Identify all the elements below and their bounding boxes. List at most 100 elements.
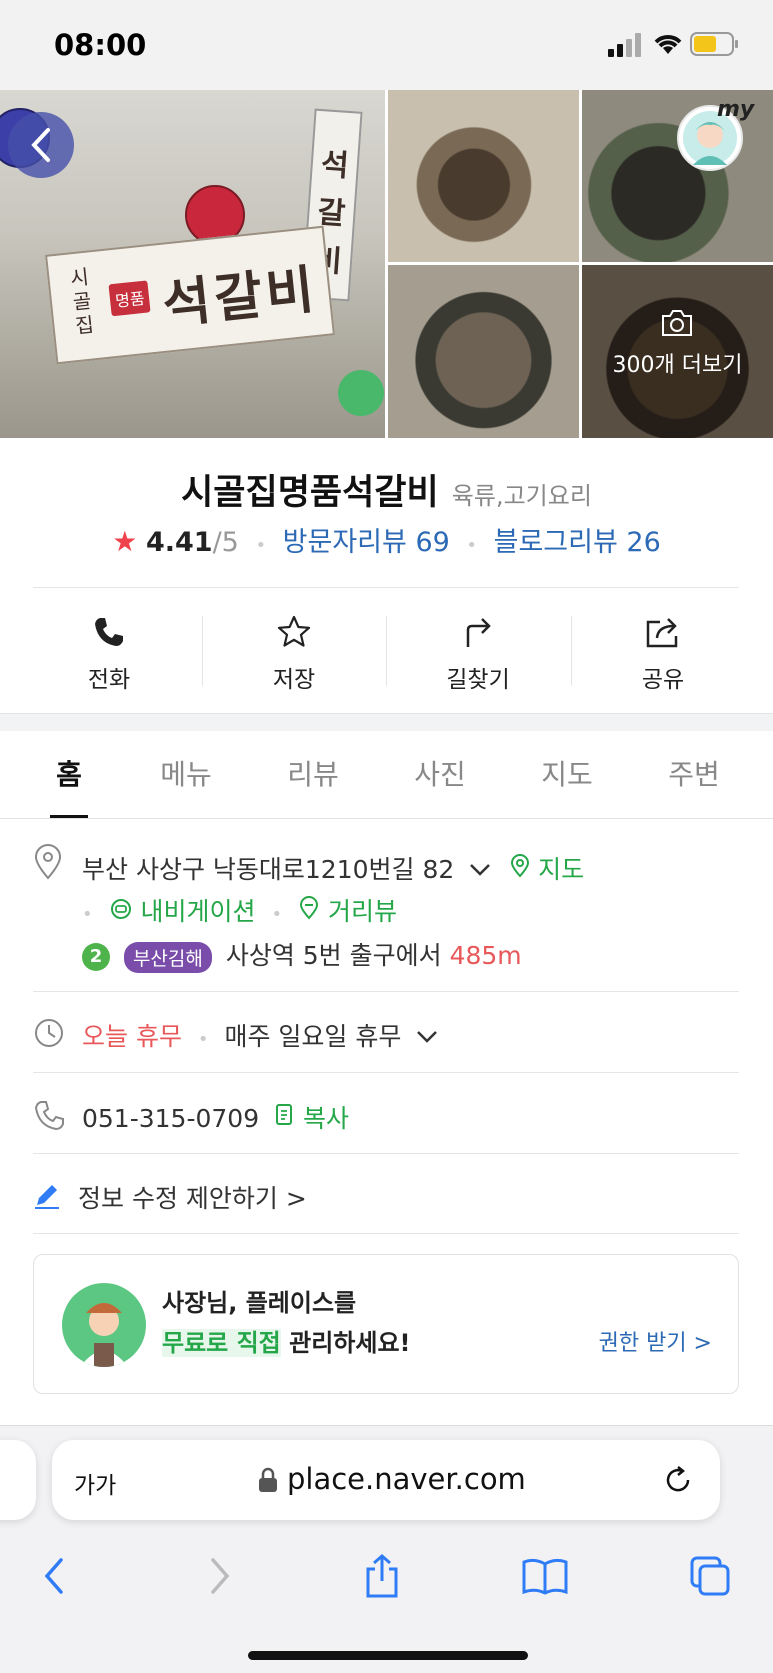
street-view-icon [300,896,319,920]
chevron-down-icon[interactable] [415,1029,439,1045]
food-photo-3[interactable] [388,265,579,438]
save-button[interactable]: 저장 [202,610,386,700]
rating-value: 4.41 [145,527,213,558]
divider [33,587,739,588]
blog-reviews-link[interactable]: 블로그리뷰 26 [494,527,661,558]
tab-home[interactable]: 홈 [14,753,124,793]
hours-section[interactable]: 오늘 휴무 • 매주 일요일 휴무 [0,1005,773,1065]
today-status: 오늘 휴무 [82,1022,182,1051]
copy-icon [276,1104,293,1125]
call-button[interactable]: 전화 [17,610,201,700]
map-link-label: 지도 [538,855,585,884]
call-label: 전화 [87,667,131,693]
tab-map[interactable]: 지도 [512,753,622,793]
suggest-edit-link[interactable]: 정보 수정 제안하기 > [78,1179,307,1215]
reload-icon[interactable] [662,1464,694,1496]
station-line-badge: 부산김해 [123,941,212,973]
chevron-left-icon [31,128,50,162]
action-bar: 전화 저장 길찾기 공유 [0,600,773,710]
tab-bar: 홈 메뉴 리뷰 사진 지도 주변 [0,731,773,819]
bookmarks-button[interactable] [515,1546,575,1606]
share-label: 공유 [641,667,685,693]
tabs-button[interactable] [680,1546,740,1606]
station-text: 사상역 5번 출구에서 [225,941,442,970]
more-photos-link[interactable]: 300개 더보기 [582,347,773,379]
street-view-link[interactable]: 거리뷰 [298,896,398,926]
address-bar[interactable]: 가가 place.naver.com [52,1440,720,1520]
back-button[interactable] [8,112,74,178]
chevron-right-icon [211,1558,230,1594]
divider [33,1072,739,1073]
visitor-reviews-link[interactable]: 방문자리뷰 69 [283,527,450,558]
star-outline-icon [277,615,311,647]
car-icon [110,899,131,919]
chevron-left-icon [44,1558,63,1594]
address-text: 부산 사상구 낙동대로1210번길 82 [82,855,455,884]
tab-menu[interactable]: 메뉴 [131,753,241,793]
tab-photos[interactable]: 사진 [385,753,495,793]
share-sheet-button[interactable] [352,1546,412,1606]
share-button[interactable]: 공유 [571,610,755,700]
copy-label: 복사 [303,1104,350,1133]
owner-card-line2: 관리하세요! [280,1329,411,1357]
subway-line-badge: 2 [82,943,110,971]
previous-tab-pill[interactable] [0,1440,36,1520]
owner-card-line1: 사장님, 플레이스를 [162,1289,357,1317]
forward-nav-button[interactable] [190,1546,250,1606]
my-profile-button[interactable]: my [677,97,754,171]
navigation-link[interactable]: 내비게이션 [109,897,264,926]
text-size-button[interactable]: 가가 [74,1466,116,1500]
owner-promo-card[interactable]: 사장님, 플레이스를 무료로 직접 관리하세요! 권한 받기 > [33,1254,739,1394]
owner-avatar [62,1283,146,1367]
navigation-label: 내비게이션 [140,897,256,926]
food-photo-1[interactable] [388,90,579,262]
url-text: place.naver.com [287,1462,526,1496]
map-link[interactable]: 지도 [510,854,585,884]
clock-icon [35,1019,63,1047]
divider [33,1153,739,1154]
lock-icon [259,1467,277,1492]
rating-max: /5 [212,527,239,558]
share-icon [366,1554,398,1598]
back-nav-button[interactable] [24,1546,84,1606]
owner-card-highlight: 무료로 직접 [162,1329,281,1357]
phone-icon [95,618,123,646]
address-section: 부산 사상구 낙동대로1210번길 82 지도 • 내비게이션 • 거리뷰 2 … [0,840,773,990]
share-icon [646,618,678,648]
map-pin-icon [511,854,530,878]
phone-section: 051-315-0709 복사 [0,1087,773,1147]
street-view-label: 거리뷰 [328,897,398,926]
chevron-down-icon[interactable] [468,862,492,878]
directions-icon [466,618,491,647]
get-permission-link[interactable]: 권한 받기 > [599,1325,712,1357]
place-name: 시골집명품석갈비 [181,473,439,513]
directions-button[interactable]: 길찾기 [386,610,570,700]
phone-number[interactable]: 051-315-0709 [82,1104,259,1133]
battery-icon [690,32,738,56]
active-tab-indicator [50,815,88,818]
tab-nearby[interactable]: 주변 [639,753,749,793]
tab-reviews[interactable]: 리뷰 [258,753,368,793]
place-header: 시골집명품석갈비 육류,고기요리 ★ 4.41/5 • 방문자리뷰 69 • 블… [112,473,661,558]
place-category: 육류,고기요리 [451,482,592,510]
star-icon: ★ [112,525,138,558]
food-photo-4[interactable]: 300개 더보기 [582,265,773,438]
pencil-icon [35,1185,59,1209]
shop-sign: 시골집 명품 석갈비 [45,225,335,365]
suggest-edit-row[interactable]: 정보 수정 제안하기 > [0,1167,773,1227]
wifi-icon [654,35,682,54]
distance-text: 485m [449,941,522,970]
signal-icon [608,33,641,57]
location-pin-icon [34,844,62,880]
section-gap [0,713,773,731]
photo-gallery: 석갈비 시골집 명품 석갈비 300개 더보기 my [0,90,773,438]
my-label: my [717,97,755,122]
camera-icon [662,310,692,336]
hours-text: 매주 일요일 휴무 [224,1022,402,1051]
divider [33,1233,739,1234]
status-time: 08:00 [54,28,147,62]
save-label: 저장 [272,667,316,693]
copy-button[interactable]: 복사 [275,1104,349,1133]
tabs-icon [690,1556,730,1596]
book-icon [522,1558,568,1595]
